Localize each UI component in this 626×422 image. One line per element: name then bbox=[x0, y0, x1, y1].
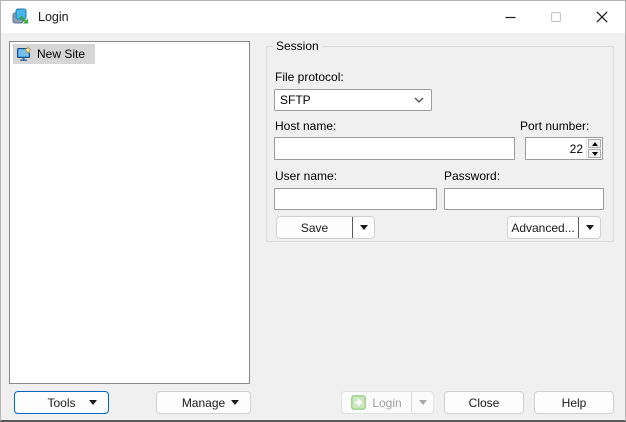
close-icon bbox=[596, 11, 608, 23]
save-button[interactable]: Save bbox=[277, 221, 352, 235]
minimize-button[interactable] bbox=[487, 1, 533, 33]
file-protocol-label: File protocol: bbox=[275, 70, 344, 84]
tools-button[interactable]: Tools bbox=[14, 391, 109, 414]
port-number-input[interactable] bbox=[526, 138, 586, 159]
maximize-icon bbox=[551, 12, 561, 22]
winscp-logo-icon bbox=[12, 8, 30, 26]
login-split-button[interactable]: Login bbox=[341, 391, 434, 414]
titlebar: Login bbox=[1, 1, 625, 33]
maximize-button[interactable] bbox=[533, 1, 579, 33]
login-button[interactable]: Login bbox=[342, 395, 411, 410]
caret-down-icon bbox=[586, 225, 594, 230]
login-dialog: Login New S bbox=[0, 0, 626, 422]
arrow-down-icon bbox=[592, 152, 598, 156]
window-title: Login bbox=[38, 10, 69, 24]
file-protocol-value: SFTP bbox=[280, 93, 311, 107]
user-name-input[interactable] bbox=[274, 188, 437, 210]
port-number-spinner bbox=[525, 137, 603, 160]
port-spin-buttons bbox=[586, 138, 602, 159]
help-button[interactable]: Help bbox=[534, 391, 614, 414]
new-site-icon bbox=[16, 46, 32, 62]
password-input[interactable] bbox=[444, 188, 604, 210]
advanced-dropdown-arrow[interactable] bbox=[578, 217, 600, 238]
close-window-button[interactable] bbox=[579, 1, 625, 33]
password-label: Password: bbox=[444, 169, 500, 183]
caret-down-icon bbox=[419, 400, 427, 405]
host-name-label: Host name: bbox=[275, 119, 336, 133]
session-group: Session File protocol: SFTP Host name: P… bbox=[266, 39, 614, 242]
user-name-label: User name: bbox=[275, 169, 337, 183]
advanced-split-button[interactable]: Advanced... bbox=[507, 216, 601, 239]
caret-down-icon bbox=[89, 400, 97, 405]
session-group-title: Session bbox=[273, 39, 322, 53]
save-split-button[interactable]: Save bbox=[276, 216, 375, 239]
chevron-down-icon bbox=[414, 97, 424, 103]
host-name-input[interactable] bbox=[274, 137, 515, 160]
tree-item-label: New Site bbox=[37, 47, 85, 61]
port-decrement-button[interactable] bbox=[588, 149, 601, 158]
port-increment-button[interactable] bbox=[588, 139, 601, 148]
file-protocol-combobox[interactable]: SFTP bbox=[274, 89, 432, 111]
arrow-up-icon bbox=[592, 142, 598, 146]
save-dropdown-arrow[interactable] bbox=[352, 217, 374, 238]
caret-down-icon bbox=[231, 400, 239, 405]
port-number-label: Port number: bbox=[520, 119, 589, 133]
advanced-button[interactable]: Advanced... bbox=[508, 221, 578, 235]
caret-down-icon bbox=[360, 225, 368, 230]
manage-button[interactable]: Manage bbox=[156, 391, 251, 414]
close-button[interactable]: Close bbox=[444, 391, 524, 414]
login-arrow-icon bbox=[351, 395, 366, 410]
login-dropdown-arrow[interactable] bbox=[411, 392, 433, 413]
tree-item-new-site[interactable]: New Site bbox=[13, 44, 95, 64]
minimize-icon bbox=[505, 12, 516, 23]
site-tree[interactable]: New Site bbox=[9, 41, 250, 384]
